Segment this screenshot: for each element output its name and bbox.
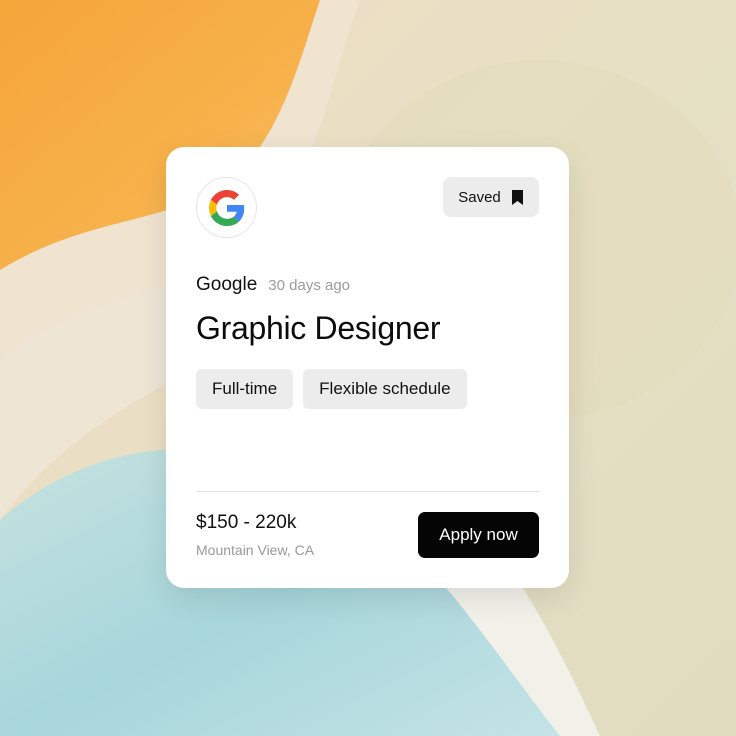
job-tags: Full-time Flexible schedule (196, 369, 467, 409)
google-g-icon (208, 189, 244, 226)
posted-time: 30 days ago (268, 277, 351, 294)
bookmark-icon (511, 189, 523, 205)
job-title: Graphic Designer (196, 310, 441, 346)
tag-schedule: Flexible schedule (303, 369, 467, 409)
saved-label: Saved (458, 188, 501, 206)
company-row: Google 30 days ago (196, 274, 350, 296)
salary-range: $150 - 220k (196, 512, 297, 533)
job-location: Mountain View, CA (196, 542, 315, 558)
company-name: Google (196, 274, 258, 295)
apply-now-button[interactable]: Apply now (418, 512, 539, 558)
company-logo (196, 177, 257, 238)
job-card[interactable]: Saved Google 30 days ago Graphic Designe… (166, 147, 569, 588)
divider (196, 491, 539, 492)
tag-employment-type: Full-time (196, 369, 294, 409)
saved-button[interactable]: Saved (443, 177, 539, 217)
